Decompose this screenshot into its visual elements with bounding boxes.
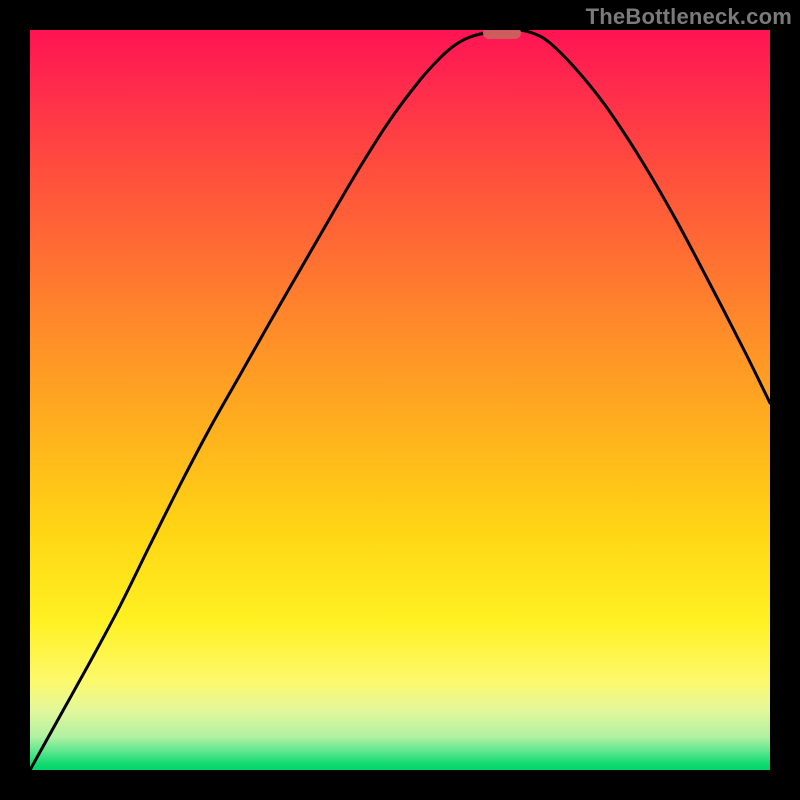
plot-area bbox=[30, 30, 770, 770]
chart-svg bbox=[30, 30, 770, 770]
watermark-text: TheBottleneck.com bbox=[586, 4, 792, 30]
optimal-marker bbox=[483, 30, 521, 39]
chart-frame: TheBottleneck.com bbox=[0, 0, 800, 800]
bottleneck-curve bbox=[30, 30, 770, 770]
